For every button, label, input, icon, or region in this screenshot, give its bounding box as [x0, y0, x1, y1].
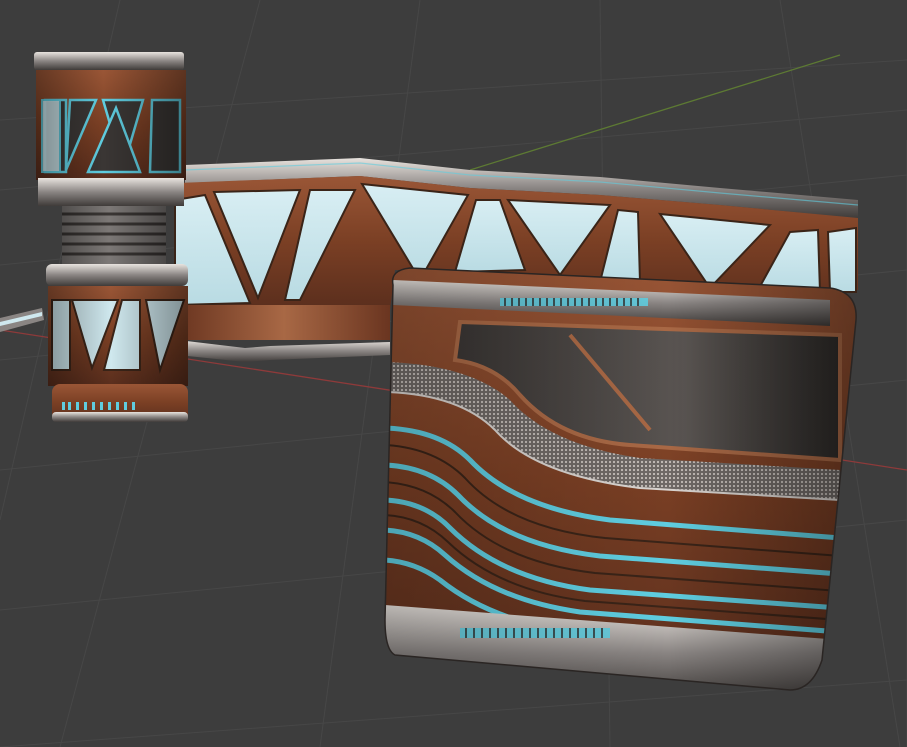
y-axis-line	[469, 54, 841, 171]
floor-trim-piece	[0, 308, 44, 332]
3d-viewport[interactable]	[0, 0, 907, 747]
pillar	[34, 52, 188, 422]
curved-wall-panel	[384, 267, 857, 691]
